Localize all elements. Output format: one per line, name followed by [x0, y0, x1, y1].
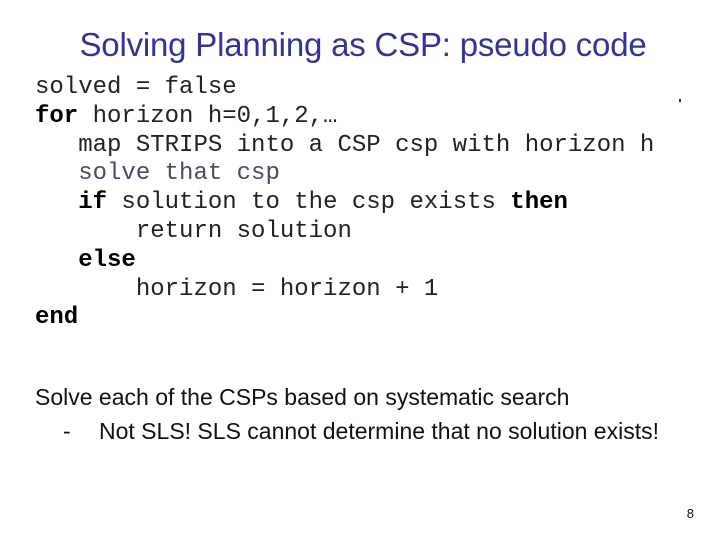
page-number: 8 — [686, 506, 694, 521]
code-text: solve that csp — [78, 160, 280, 188]
code-line: else — [35, 247, 654, 276]
code-line: horizon = horizon + 1 — [35, 276, 654, 305]
code-line: end — [35, 304, 654, 333]
keyword-for: for — [35, 102, 79, 130]
note-sub-text: Not SLS! SLS cannot determine that no so… — [99, 418, 659, 444]
keyword-if: if — [78, 189, 108, 217]
keyword-else: else — [78, 246, 136, 274]
code-line: solve that csp — [35, 160, 654, 189]
pseudo-code-block: solved = false for horizon h=0,1,2,… map… — [35, 74, 654, 333]
code-text: return solution — [135, 217, 352, 245]
dash-bullet: - — [63, 418, 71, 444]
code-line: map STRIPS into a CSP csp with horizon h — [35, 132, 654, 161]
code-text: map STRIPS into a CSP csp with horizon h — [78, 131, 655, 159]
code-line: return solution — [35, 218, 654, 247]
keyword-then: then — [510, 189, 568, 217]
code-text: horizon h=0,1,2,… — [78, 102, 338, 130]
stray-dot — [679, 99, 681, 102]
code-text: solved = false — [35, 74, 237, 101]
keyword-end: end — [35, 304, 79, 332]
slide-title: Solving Planning as CSP: pseudo code — [79, 26, 647, 63]
code-line: solved = false — [35, 74, 654, 103]
notes: Solve each of the CSPs based on systemat… — [35, 380, 659, 448]
code-line: if solution to the csp exists then — [35, 189, 654, 218]
note-sub: - Not SLS! SLS cannot determine that no s… — [35, 414, 659, 448]
note-main: Solve each of the CSPs based on systemat… — [35, 384, 570, 410]
code-text: solution to the csp exists — [107, 189, 511, 217]
code-line: for horizon h=0,1,2,… — [35, 103, 654, 132]
code-text: horizon = horizon + 1 — [135, 275, 439, 303]
